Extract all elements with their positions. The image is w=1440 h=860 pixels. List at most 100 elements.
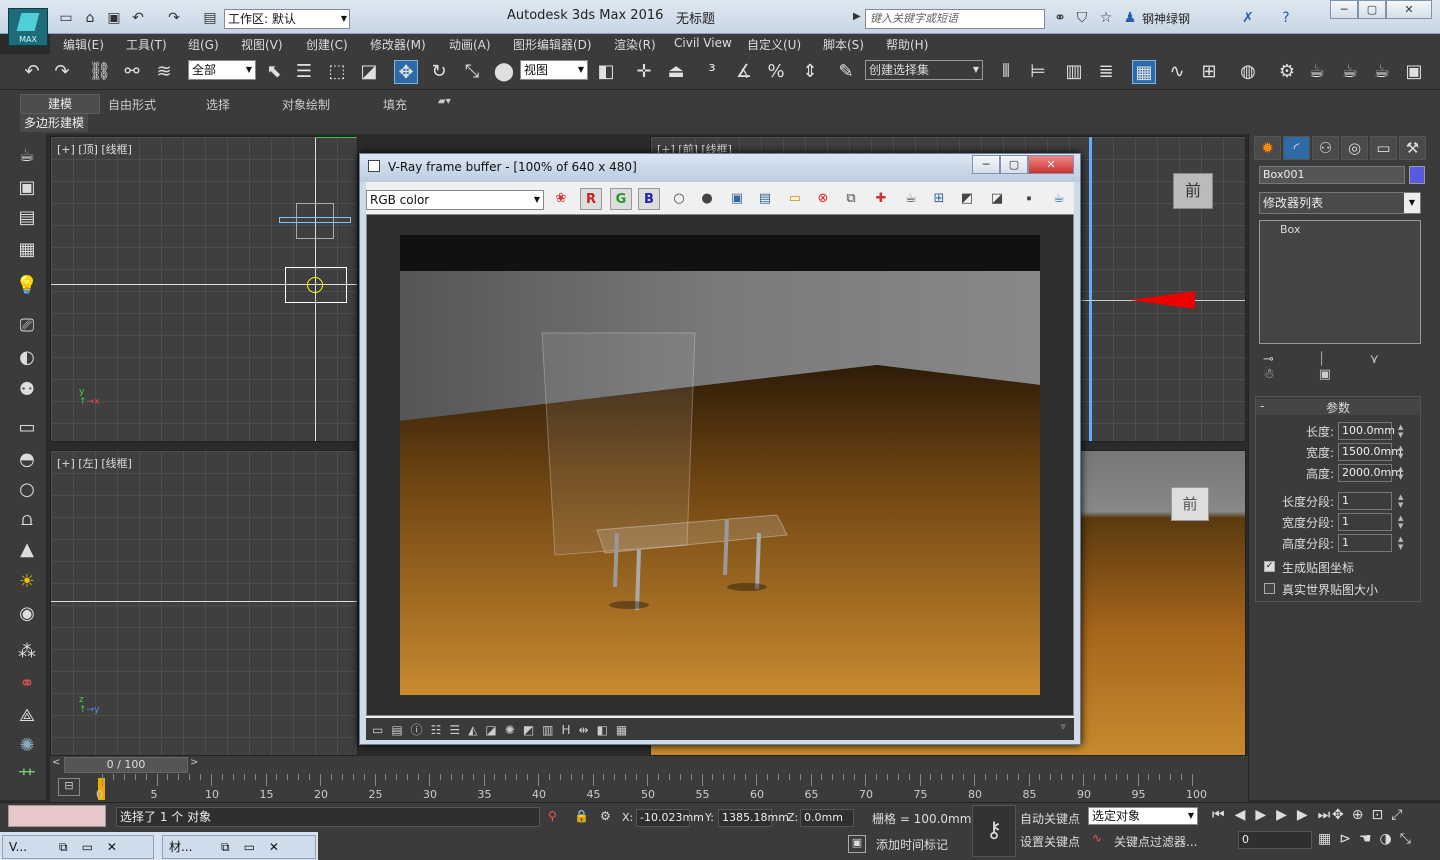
render-setup-icon[interactable]: ⚙ xyxy=(1275,60,1299,84)
menu-animation[interactable]: 动画(A) xyxy=(449,36,491,53)
circle-icon[interactable]: ○ xyxy=(14,478,40,502)
menu-help[interactable]: 帮助(H) xyxy=(886,36,928,53)
exchange-x-icon[interactable]: ✗ xyxy=(1238,9,1258,27)
menu-group[interactable]: 组(G) xyxy=(188,36,219,53)
taskbar-item-window-icons[interactable]: ⧉▭✕ xyxy=(221,836,293,858)
red-channel-button[interactable]: R xyxy=(580,188,602,210)
zoom-pan-controls[interactable]: ▦⊳☚◑⤡ xyxy=(1318,831,1419,847)
cone-icon[interactable]: ▲ xyxy=(14,538,40,562)
light-bulb-icon[interactable]: 💡 xyxy=(14,274,40,298)
select-by-name-icon[interactable]: ☰ xyxy=(292,60,316,84)
ribbon-options-icon[interactable]: ▰▾ xyxy=(438,96,451,107)
particles-icon[interactable]: ⁂ xyxy=(14,640,40,664)
next-frame-icon[interactable]: > xyxy=(190,757,202,773)
view-cube[interactable]: 前 xyxy=(1173,173,1213,209)
stop-render-icon[interactable]: ⏹ xyxy=(1018,188,1040,210)
channel-dropdown[interactable]: RGB color ▼ xyxy=(366,190,544,210)
viewport-top-label[interactable]: [+] [顶] [线框] xyxy=(57,141,132,157)
vfb-minimize-button[interactable]: ─ xyxy=(972,155,1000,174)
modify-tab-icon[interactable]: ◜ xyxy=(1283,136,1310,160)
modifier-list-dropdown[interactable]: 修改器列表 ▼ xyxy=(1259,192,1421,214)
blue-channel-button[interactable]: B xyxy=(638,188,660,210)
motion-tab-icon[interactable]: ◎ xyxy=(1341,136,1368,160)
render-production-icon[interactable]: ☕ xyxy=(1338,60,1362,84)
rect-selection-icon[interactable]: ⬚ xyxy=(325,60,349,84)
menu-views[interactable]: 视图(V) xyxy=(241,36,283,53)
region-render-icon[interactable]: ◩ xyxy=(956,188,978,210)
help-icon[interactable]: ? xyxy=(1276,9,1296,27)
rollout-title[interactable]: - 参数 xyxy=(1256,399,1420,415)
menu-scripting[interactable]: 脚本(S) xyxy=(823,36,864,53)
menu-modifiers[interactable]: 修改器(M) xyxy=(370,36,426,53)
height-segs-field[interactable]: 1 xyxy=(1338,534,1392,552)
link-to-vfb-icon[interactable]: ◪ xyxy=(986,188,1008,210)
time-slider-thumb[interactable]: 0 / 100 xyxy=(64,757,188,773)
undo-icon[interactable]: ↶ xyxy=(20,60,44,84)
mirror-icon[interactable]: ⫴ xyxy=(994,60,1018,84)
menu-edit[interactable]: 编辑(E) xyxy=(63,36,104,53)
unlink-icon[interactable]: ⚯ xyxy=(120,60,144,84)
keyboard-shortcut-icon[interactable]: ⏏ xyxy=(664,60,688,84)
basket-icon[interactable]: ⩍ xyxy=(14,508,40,532)
redo-icon[interactable]: ↷ xyxy=(164,9,184,27)
bind-spacewarp-icon[interactable]: ≋ xyxy=(152,60,176,84)
render-activeshade-icon[interactable]: ▣ xyxy=(1402,60,1426,84)
material-editor-icon[interactable]: ◍ xyxy=(1236,60,1260,84)
open-file-icon[interactable]: ⌂ xyxy=(80,9,100,27)
new-file-icon[interactable]: ▭ xyxy=(56,9,76,27)
z-coordinate-field[interactable]: 0.0mm xyxy=(800,809,854,827)
set-key-icon[interactable]: ⚷ xyxy=(972,805,1016,857)
plane-icon[interactable]: ▭ xyxy=(14,416,40,440)
menu-tools[interactable]: 工具(T) xyxy=(126,36,167,53)
playback-controls[interactable]: ⏮◀▶▶▶⏭ xyxy=(1212,807,1340,823)
save-file-icon[interactable]: ▣ xyxy=(104,9,124,27)
gray-point-icon[interactable]: ● xyxy=(696,188,718,210)
select-manipulate-icon[interactable]: ✛ xyxy=(632,60,656,84)
menu-graph-editors[interactable]: 图形编辑器(D) xyxy=(513,36,592,53)
snaps-toggle-icon[interactable]: ³ xyxy=(700,60,724,84)
auto-key-button[interactable]: 自动关键点 xyxy=(1020,810,1080,827)
rendered-frame-window-icon[interactable]: ☕ xyxy=(1305,60,1329,84)
selected-box-outline[interactable] xyxy=(279,217,351,223)
menu-rendering[interactable]: 渲染(R) xyxy=(614,36,656,53)
stack-tools-icons[interactable]: ⊸ ⏐ ⋎ ☃ ▣ xyxy=(1263,352,1440,382)
pivot-center-icon[interactable]: ◧ xyxy=(594,60,618,84)
current-frame-field[interactable]: 0 xyxy=(1238,831,1312,849)
gear-icon[interactable]: ✺ xyxy=(14,734,40,758)
grass-icon[interactable]: ⺾ xyxy=(14,766,40,790)
grid-list-icon[interactable]: ▦ xyxy=(14,238,40,262)
app-logo[interactable]: MAX xyxy=(8,8,48,46)
user-name[interactable]: 钢神绿钢 xyxy=(1142,10,1190,27)
angle-snap-icon[interactable]: ∡ xyxy=(732,60,756,84)
mini-curve-editor-icon[interactable]: ⊟ xyxy=(58,778,80,796)
render-frame-icon[interactable]: ▣ xyxy=(14,176,40,200)
gen-mapping-checkbox[interactable]: ✓ xyxy=(1264,561,1275,572)
manage-layers-icon[interactable]: ▥ xyxy=(1062,60,1086,84)
dome-icon[interactable]: ◓ xyxy=(14,448,40,472)
disc-icon[interactable]: ◉ xyxy=(14,602,40,626)
render-iterative-icon[interactable]: ☕ xyxy=(1370,60,1394,84)
ribbon-tab-populate[interactable]: 填充 xyxy=(383,96,407,113)
load-image-icon[interactable]: ▭ xyxy=(784,188,806,210)
duplicate-to-mtl-icon[interactable]: ⧉ xyxy=(840,188,862,210)
render-teapot-icon[interactable]: ☕ xyxy=(900,188,922,210)
layer-explorer-icon[interactable]: ≣ xyxy=(1094,60,1118,84)
atoms-icon[interactable]: ⚭ xyxy=(14,672,40,696)
viewport-left[interactable]: [+] [左] [线框] z ↑→y xyxy=(50,450,358,756)
half-sphere-icon[interactable]: ◐ xyxy=(14,346,40,370)
object-name-field[interactable]: Box001 xyxy=(1259,166,1405,184)
green-channel-button[interactable]: G xyxy=(610,188,632,210)
track-bar[interactable]: ⊟ 0 5 10 15 20 25 30 35 40 45 50 55 60 65 70 75 80 85 90 95… xyxy=(50,774,1248,802)
save-image-icon[interactable]: ▣ xyxy=(726,188,748,210)
length-field[interactable]: 100.0mm xyxy=(1338,422,1395,440)
scene-list-icon[interactable]: ▤ xyxy=(14,206,40,230)
schematic-view-icon[interactable]: ⊞ xyxy=(1197,60,1221,84)
history-icon[interactable]: ⊞ xyxy=(928,188,950,210)
taskbar-item-material[interactable]: 材... ⧉▭✕ xyxy=(162,835,316,859)
edit-named-selection-icon[interactable]: ✎ xyxy=(834,60,858,84)
object-color-swatch[interactable] xyxy=(1409,166,1425,184)
render-last-icon[interactable]: ☕ xyxy=(1048,188,1070,210)
menu-civil-view[interactable]: Civil View xyxy=(674,36,732,50)
x-coordinate-field[interactable]: -10.023mm xyxy=(636,809,704,827)
spinner-snap-icon[interactable]: ⇕ xyxy=(798,60,822,84)
